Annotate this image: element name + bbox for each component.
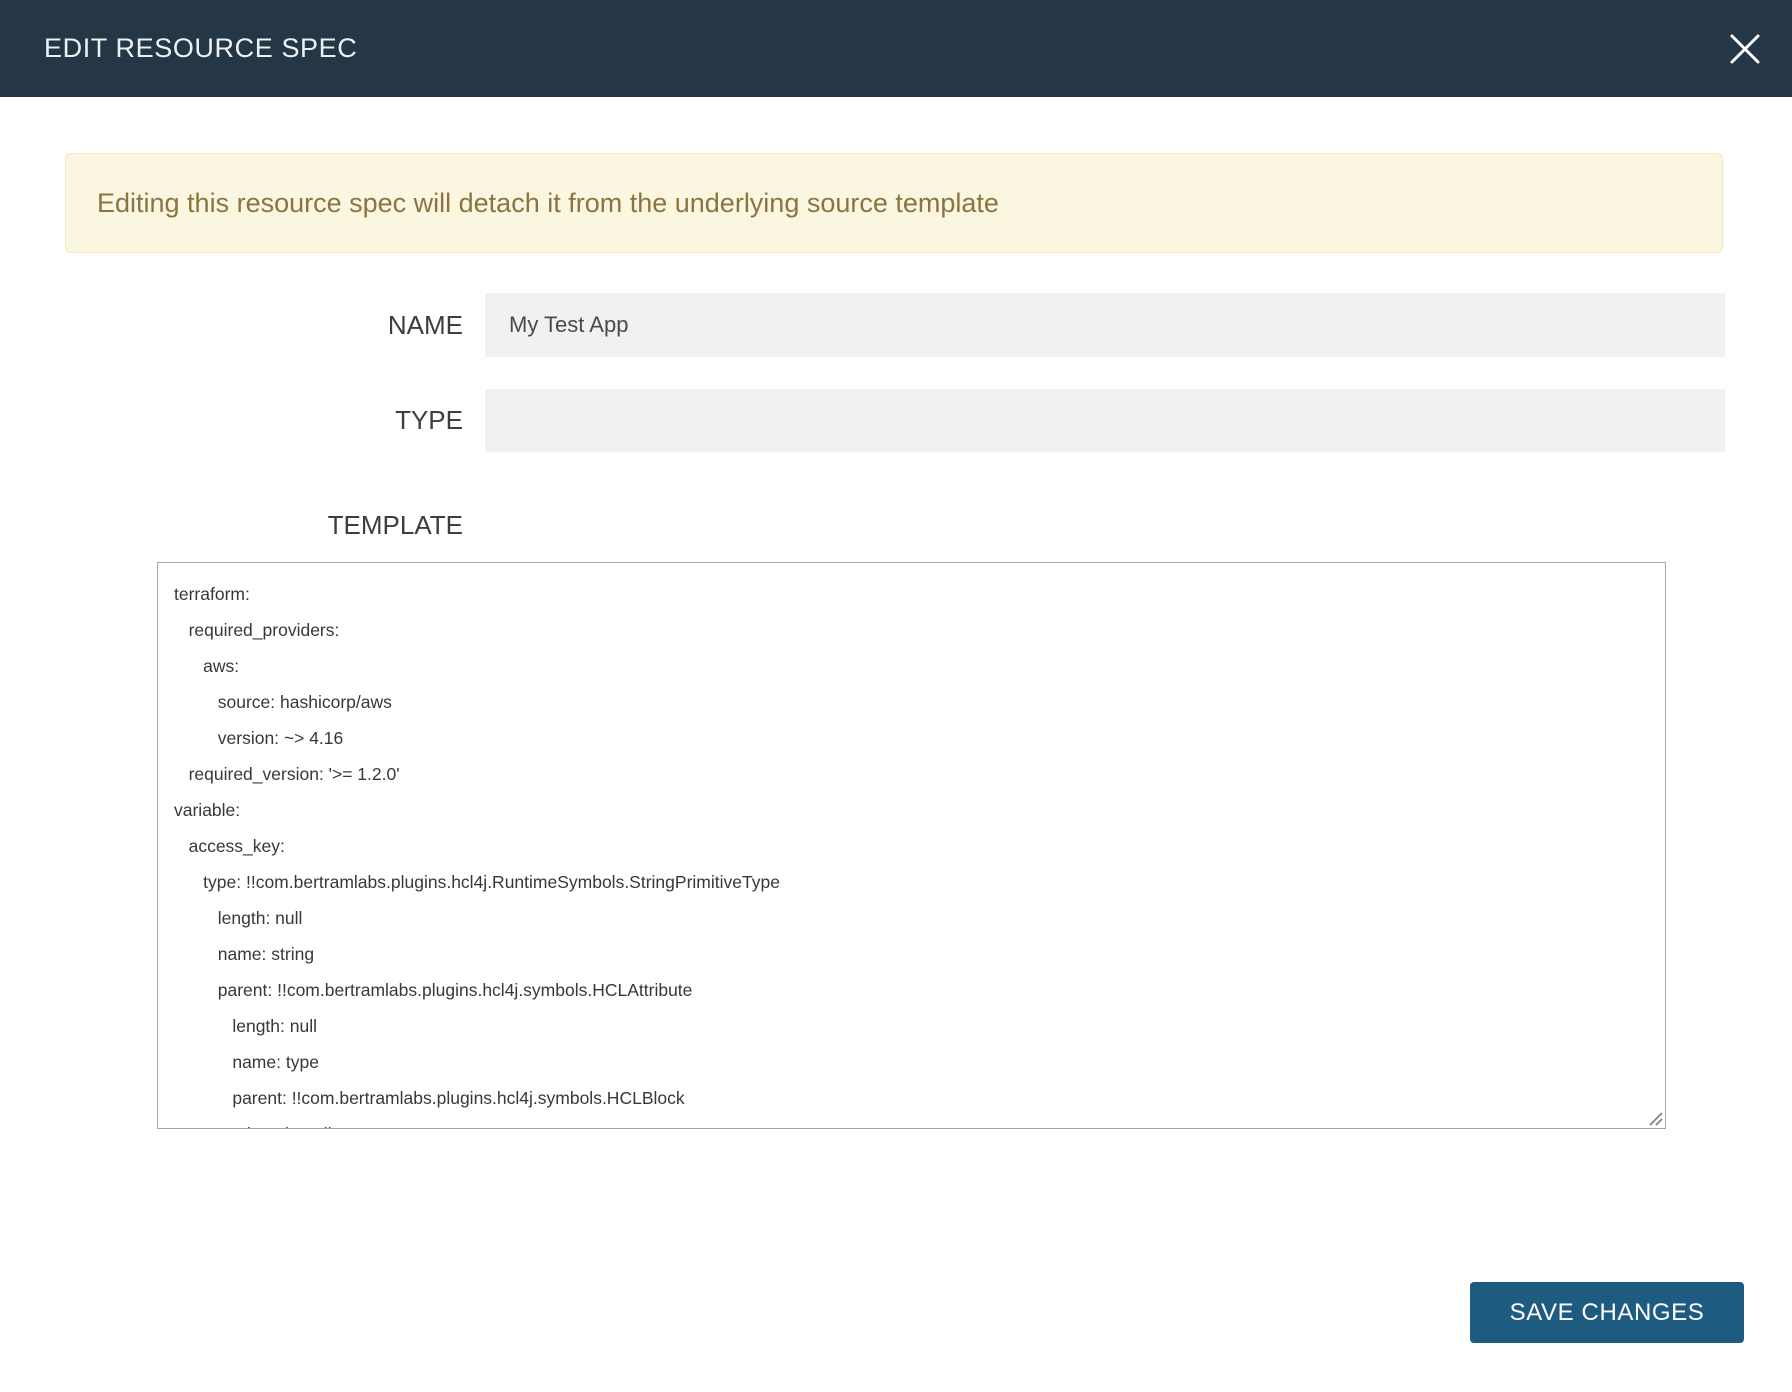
save-changes-button[interactable]: SAVE CHANGES xyxy=(1470,1282,1744,1343)
modal-header: EDIT RESOURCE SPEC xyxy=(0,0,1792,97)
name-label: NAME xyxy=(0,293,463,357)
name-input[interactable] xyxy=(485,293,1725,357)
modal-title: EDIT RESOURCE SPEC xyxy=(44,33,357,64)
template-textarea[interactable]: terraform: required_providers: aws: sour… xyxy=(157,562,1666,1129)
close-icon xyxy=(1728,32,1762,66)
type-input[interactable] xyxy=(485,389,1725,452)
warning-banner: Editing this resource spec will detach i… xyxy=(65,153,1723,253)
warning-text: Editing this resource spec will detach i… xyxy=(97,188,999,219)
type-label: TYPE xyxy=(0,389,463,452)
template-label: TEMPLATE xyxy=(0,499,463,551)
close-button[interactable] xyxy=(1726,30,1764,68)
edit-resource-spec-modal: EDIT RESOURCE SPEC Editing this resource… xyxy=(0,0,1792,1392)
textarea-resize-handle[interactable] xyxy=(1646,1109,1664,1127)
